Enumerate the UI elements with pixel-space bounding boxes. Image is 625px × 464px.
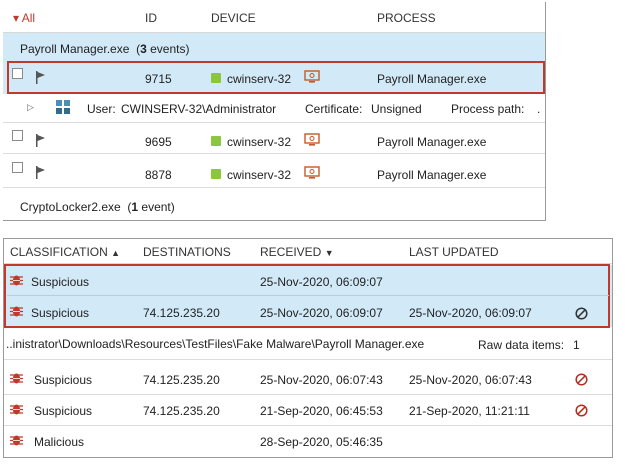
row-checkbox[interactable] [12, 162, 23, 173]
filter-all-dropdown[interactable]: ▾ All [13, 11, 35, 25]
column-destinations[interactable]: DESTINATIONS [143, 245, 231, 259]
column-device[interactable]: DEVICE [211, 11, 256, 25]
filter-all-label: All [21, 11, 36, 25]
column-classification-label: CLASSIFICATION [10, 245, 108, 259]
flag-icon[interactable] [35, 134, 47, 147]
group-count-suffix: events) [146, 42, 190, 56]
windows-app-icon [56, 100, 70, 114]
group-count: 3 [140, 42, 147, 56]
received-time: 25-Nov-2020, 06:07:43 [260, 373, 383, 387]
classification[interactable]: Suspicious [31, 306, 89, 320]
expand-arrow-icon[interactable]: ▷ [27, 102, 34, 113]
group-count-suffix: event) [138, 200, 175, 214]
classification[interactable]: Malicious [34, 435, 84, 449]
device-name[interactable]: cwinserv-32 [227, 168, 291, 182]
user-value: CWINSERV-32\Administrator [121, 102, 277, 116]
classification[interactable]: Suspicious [34, 373, 92, 387]
device-status-icon [211, 136, 221, 146]
received-time: 28-Sep-2020, 05:46:35 [260, 435, 383, 449]
column-received[interactable]: RECEIVED ▼ [260, 245, 334, 259]
threat-bug-icon [10, 275, 23, 286]
classification[interactable]: Suspicious [31, 275, 89, 289]
certificate-label: Certificate: [305, 102, 363, 116]
process-path-value: . [537, 102, 541, 116]
last-updated-time: 25-Nov-2020, 06:07:43 [409, 373, 532, 387]
table-row[interactable]: Suspicious 74.125.235.20 21-Sep-2020, 06… [4, 395, 612, 426]
last-updated-time: 21-Sep-2020, 11:21:11 [409, 404, 530, 418]
destination: 74.125.235.20 [143, 306, 220, 320]
details-row: ▷ User: CWINSERV-32\Administrator Certif… [3, 94, 545, 123]
user-label: User: [87, 102, 116, 116]
process-name: Payroll Manager.exe [377, 72, 487, 86]
sort-desc-icon: ▼ [324, 248, 334, 258]
column-classification[interactable]: CLASSIFICATION ▲ [10, 245, 120, 259]
file-path-row: ..inistrator\Downloads\Resources\TestFil… [4, 329, 612, 360]
row-checkbox[interactable] [12, 68, 23, 79]
group-name: CryptoLocker2.exe [20, 200, 121, 214]
event-id: 8878 [145, 168, 172, 182]
monitor-icon[interactable] [304, 166, 320, 180]
block-icon[interactable] [575, 307, 588, 320]
threat-bug-icon [10, 306, 23, 317]
threat-bug-icon [10, 373, 23, 384]
group-header-payroll[interactable]: Payroll Manager.exe (3 events) [20, 42, 189, 56]
block-icon[interactable] [575, 404, 588, 417]
column-id[interactable]: ID [145, 11, 157, 25]
process-events-panel: ▾ All ID DEVICE PROCESS Payroll Manager.… [3, 2, 546, 221]
row-divider [7, 295, 609, 296]
events-detail-panel: CLASSIFICATION ▲ DESTINATIONS RECEIVED ▼… [3, 238, 613, 458]
destination: 74.125.235.20 [143, 404, 220, 418]
received-time: 25-Nov-2020, 06:09:07 [260, 275, 383, 289]
certificate-value: Unsigned [371, 102, 422, 116]
process-table-header: ▾ All ID DEVICE PROCESS [3, 2, 545, 33]
event-id: 9695 [145, 135, 172, 149]
flag-icon[interactable] [35, 166, 47, 179]
device-name[interactable]: cwinserv-32 [227, 135, 291, 149]
event-id: 9715 [145, 72, 172, 86]
threat-bug-icon [10, 435, 23, 446]
group-header-cryptolocker[interactable]: CryptoLocker2.exe (1 event) [20, 200, 175, 214]
group-name: Payroll Manager.exe [20, 42, 130, 56]
device-name[interactable]: cwinserv-32 [227, 72, 291, 86]
column-last-updated[interactable]: LAST UPDATED [409, 245, 499, 259]
monitor-icon[interactable] [304, 133, 320, 147]
monitor-icon[interactable] [304, 70, 320, 84]
threat-bug-icon [10, 404, 23, 415]
column-process[interactable]: PROCESS [377, 11, 436, 25]
raw-data-value: 1 [573, 338, 580, 352]
last-updated-time: 25-Nov-2020, 06:09:07 [409, 306, 532, 320]
received-time: 21-Sep-2020, 06:45:53 [260, 404, 383, 418]
classification[interactable]: Suspicious [34, 404, 92, 418]
received-time: 25-Nov-2020, 06:09:07 [260, 306, 383, 320]
sort-asc-icon: ▲ [111, 248, 121, 258]
device-status-icon [211, 169, 221, 179]
column-received-label: RECEIVED [260, 245, 322, 259]
flag-icon[interactable] [35, 71, 47, 84]
process-path-label: Process path: [451, 102, 525, 116]
table-row[interactable]: Suspicious 74.125.235.20 25-Nov-2020, 06… [4, 364, 612, 395]
process-name: Payroll Manager.exe [377, 168, 487, 182]
row-checkbox[interactable] [12, 130, 23, 141]
table-row[interactable]: 9695 cwinserv-32 Payroll Manager.exe [3, 123, 545, 154]
raw-data-label: Raw data items: [478, 338, 565, 352]
file-path: ..inistrator\Downloads\Resources\TestFil… [6, 337, 425, 351]
table-row[interactable]: Malicious 28-Sep-2020, 05:46:35 [4, 426, 612, 456]
table-row[interactable]: 8878 cwinserv-32 Payroll Manager.exe [3, 154, 545, 188]
device-status-icon [211, 73, 221, 83]
events-table-header: CLASSIFICATION ▲ DESTINATIONS RECEIVED ▼… [4, 239, 612, 264]
process-name: Payroll Manager.exe [377, 135, 487, 149]
block-icon[interactable] [575, 373, 588, 386]
destination: 74.125.235.20 [143, 373, 220, 387]
